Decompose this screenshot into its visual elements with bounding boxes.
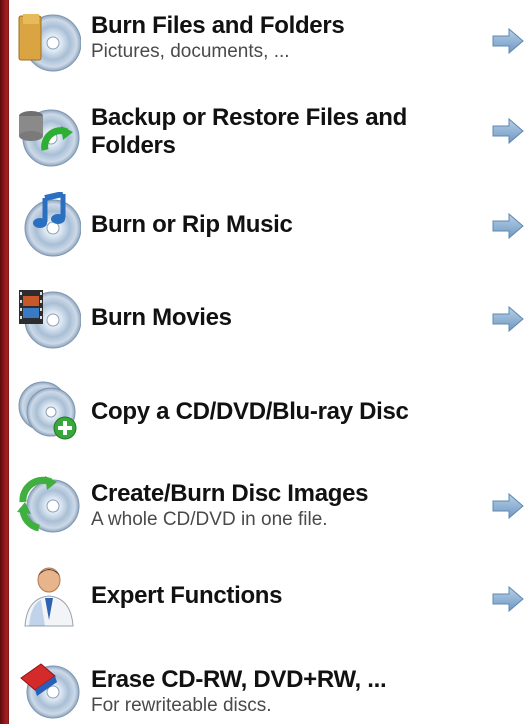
menu-item-burn-or-rip-music[interactable]: Burn or Rip Music — [9, 184, 530, 276]
arrow-right-icon — [491, 585, 525, 613]
disc-image-icon — [15, 472, 81, 538]
arrow-right-icon — [491, 212, 525, 240]
menu-item-expert-functions[interactable]: Expert Functions — [9, 552, 530, 644]
arrow-right-icon — [491, 305, 525, 333]
menu-item-title: Burn Files and Folders — [91, 12, 345, 39]
expert-person-icon — [15, 562, 81, 628]
menu-item-subtitle: A whole CD/DVD in one file. — [91, 509, 328, 530]
menu-item-create-burn-disc-images[interactable]: Create/Burn Disc Images A whole CD/DVD i… — [9, 460, 530, 552]
menu-item-title: Burn Movies — [91, 304, 232, 331]
film-disc-icon — [15, 284, 81, 350]
music-disc-icon — [15, 192, 81, 258]
menu-item-title: Create/Burn Disc Images — [91, 480, 369, 507]
menu-item-subtitle: Pictures, documents, ... — [91, 41, 290, 62]
menu-item-backup-or-restore[interactable]: Backup or Restore Files and Folders — [9, 92, 530, 184]
copy-disc-icon — [15, 378, 81, 444]
menu-item-title: Backup or Restore Files and Folders — [91, 104, 407, 159]
eraser-disc-icon — [15, 654, 81, 720]
menu-item-title: Burn or Rip Music — [91, 211, 293, 238]
menu-item-title: Copy a CD/DVD/Blu-ray Disc — [91, 398, 409, 425]
window-left-border — [0, 0, 9, 724]
menu-item-erase-disc[interactable]: Erase CD-RW, DVD+RW, ... For rewriteable… — [9, 644, 530, 724]
menu-item-burn-files-and-folders[interactable]: Burn Files and Folders Pictures, documen… — [9, 0, 530, 92]
menu-item-subtitle: For rewriteable discs. — [91, 695, 272, 716]
arrow-right-icon — [491, 492, 525, 520]
task-menu: Burn Files and Folders Pictures, documen… — [9, 0, 530, 724]
folder-disc-icon — [15, 10, 81, 76]
backup-restore-disc-icon — [15, 102, 81, 168]
menu-item-title: Expert Functions — [91, 582, 283, 609]
menu-item-copy-disc[interactable]: Copy a CD/DVD/Blu-ray Disc — [9, 368, 530, 460]
menu-item-burn-movies[interactable]: Burn Movies — [9, 276, 530, 368]
arrow-right-icon — [491, 27, 525, 55]
menu-item-title: Erase CD-RW, DVD+RW, ... — [91, 666, 387, 693]
arrow-right-icon — [491, 117, 525, 145]
